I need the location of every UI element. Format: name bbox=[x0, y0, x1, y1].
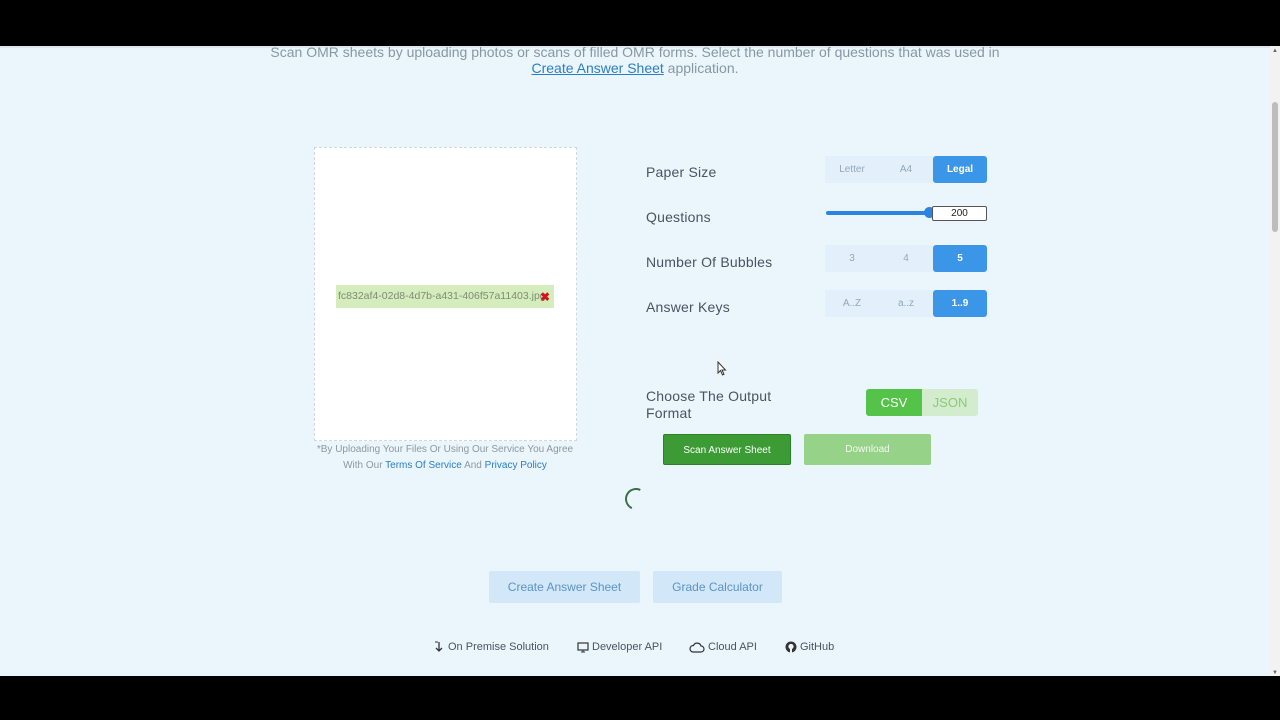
questions-label: Questions bbox=[646, 209, 711, 225]
remove-file-icon[interactable]: ✖ bbox=[540, 285, 550, 309]
intro-text-line2: Create Answer Sheet application. bbox=[0, 60, 1270, 76]
footer-on-premise-label: On Premise Solution bbox=[448, 641, 549, 653]
scrollbar-thumb[interactable] bbox=[1272, 102, 1278, 232]
answer-keys-label: Answer Keys bbox=[646, 299, 730, 315]
create-answer-sheet-button[interactable]: Create Answer Sheet bbox=[489, 571, 640, 603]
uploaded-file-chip: fc832af4-02d8-4d7b-a431-406f57a11403.jpg… bbox=[336, 285, 554, 308]
intro-text-line1: Scan OMR sheets by uploading photos or s… bbox=[270, 46, 1000, 60]
grade-calculator-button[interactable]: Grade Calculator bbox=[653, 571, 782, 603]
scroll-down-arrow-icon[interactable]: ▼ bbox=[1272, 670, 1278, 676]
csv-option[interactable]: CSV bbox=[866, 389, 922, 416]
agree-text-line2: With Our Terms Of Service And Privacy Po… bbox=[300, 458, 590, 474]
bubbles-label: Number Of Bubbles bbox=[646, 254, 773, 270]
footer-developer-api-label: Developer API bbox=[592, 641, 663, 653]
bubbles-5-option[interactable]: 5 bbox=[933, 245, 987, 272]
answer-keys-numeric-option[interactable]: 1..9 bbox=[933, 290, 987, 317]
footer-on-premise-link[interactable]: On Premise Solution bbox=[433, 641, 549, 653]
bubbles-4-option[interactable]: 4 bbox=[879, 245, 933, 272]
vertical-scrollbar[interactable]: ▲ ▼ bbox=[1270, 46, 1280, 676]
footer-cloud-api-label: Cloud API bbox=[708, 641, 757, 653]
page-viewport: Scan OMR sheets by uploading photos or s… bbox=[0, 46, 1280, 676]
paper-size-letter-option[interactable]: Letter bbox=[825, 156, 879, 183]
output-format-label-line2: Format bbox=[646, 405, 692, 421]
json-option[interactable]: JSON bbox=[922, 389, 978, 416]
download-button[interactable]: Download bbox=[804, 434, 931, 465]
cloud-icon bbox=[689, 642, 705, 653]
questions-slider-track[interactable] bbox=[826, 211, 930, 215]
terms-agreement: *By Uploading Your Files Or Using Our Se… bbox=[300, 442, 590, 474]
scroll-up-arrow-icon[interactable]: ▲ bbox=[1272, 48, 1278, 54]
paper-size-label: Paper Size bbox=[646, 164, 717, 180]
agree-text-line1: *By Uploading Your Files Or Using Our Se… bbox=[316, 444, 574, 455]
bubbles-3-option[interactable]: 3 bbox=[825, 245, 879, 272]
footer-github-link[interactable]: GitHub bbox=[785, 641, 834, 653]
footer-cloud-api-link[interactable]: Cloud API bbox=[689, 641, 757, 653]
loading-spinner-icon bbox=[621, 484, 651, 514]
scan-answer-sheet-button[interactable]: Scan Answer Sheet bbox=[663, 434, 791, 465]
upload-dropzone[interactable]: fc832af4-02d8-4d7b-a431-406f57a11403.jpg… bbox=[314, 147, 577, 441]
paper-size-selector: Letter A4 Legal bbox=[825, 156, 987, 183]
footer-github-label: GitHub bbox=[800, 641, 835, 653]
download-arrow-icon bbox=[433, 641, 445, 653]
intro-text-rest: application. bbox=[663, 60, 739, 76]
output-format-toggle: CSV JSON bbox=[866, 389, 978, 416]
answer-keys-uppercase-option[interactable]: A..Z bbox=[825, 290, 879, 317]
create-answer-sheet-link[interactable]: Create Answer Sheet bbox=[531, 60, 663, 76]
terms-of-service-link[interactable]: Terms Of Service bbox=[385, 460, 462, 471]
mouse-cursor-icon bbox=[717, 360, 727, 381]
agree-with-text: With Our bbox=[343, 460, 383, 471]
answer-keys-lowercase-option[interactable]: a..z bbox=[879, 290, 933, 317]
output-format-label-line1: Choose The Output bbox=[646, 388, 772, 404]
paper-size-legal-option[interactable]: Legal bbox=[933, 156, 987, 183]
footer-developer-api-link[interactable]: Developer API bbox=[577, 641, 662, 653]
questions-count-input[interactable]: 200 bbox=[932, 206, 987, 221]
output-format-label: Choose The Output Format bbox=[646, 388, 771, 422]
answer-keys-selector: A..Z a..z 1..9 bbox=[825, 290, 987, 317]
uploaded-file-name: fc832af4-02d8-4d7b-a431-406f57a11403.jpg bbox=[338, 290, 546, 302]
github-icon bbox=[785, 641, 797, 653]
bubbles-selector: 3 4 5 bbox=[825, 245, 987, 272]
paper-size-a4-option[interactable]: A4 bbox=[879, 156, 933, 183]
privacy-policy-link[interactable]: Privacy Policy bbox=[485, 460, 547, 471]
monitor-icon bbox=[577, 641, 589, 653]
and-text: And bbox=[464, 460, 482, 471]
